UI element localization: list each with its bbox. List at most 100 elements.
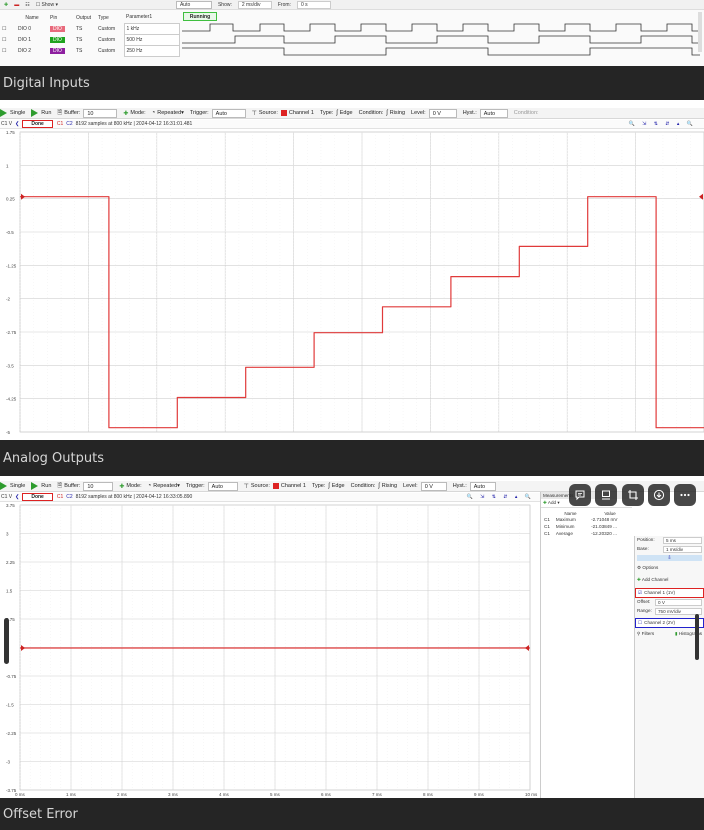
param-value[interactable]: 500 Hz (123, 33, 180, 46)
level-control[interactable]: Level: 0 V (411, 108, 457, 118)
trigger-select[interactable]: Auto (211, 108, 246, 118)
type-value[interactable]: Custom (96, 23, 124, 34)
x-tick-label: 3 ms (168, 792, 179, 797)
table-row[interactable]: ☐ DIO 0 DIO TS Custom 1 kHz (0, 22, 180, 35)
type-control[interactable]: Type: ʃ Edge (312, 483, 345, 489)
condition-control[interactable]: Condition: ʃ Rising (351, 483, 397, 489)
zoom-tools-icon[interactable]: 🔍 ⇲ ⇅ ⇵ ▴ 🔍 (467, 494, 534, 500)
add-channel-button[interactable]: ✚ Add Channel (635, 574, 704, 586)
plus-icon: ✚ (637, 577, 641, 582)
range-row: Range: 750 mV/div (635, 607, 704, 616)
channel1-header[interactable]: ☑ Channel 1 (1V) (635, 588, 704, 598)
options-button[interactable]: ⚙ Options (635, 562, 704, 574)
table-row[interactable]: C1 Maximum -2.71048 mV (541, 516, 632, 523)
back-icon[interactable]: ❮ (15, 494, 19, 500)
base-label: Base: (637, 546, 649, 551)
pin-badge[interactable]: DIO (50, 47, 65, 54)
mode-control[interactable]: ✚ Mode: (123, 110, 145, 117)
buffer-input[interactable]: 10 (83, 481, 114, 491)
level-input[interactable]: 0 V (428, 108, 457, 118)
type-value[interactable]: Custom (96, 34, 124, 45)
type-control[interactable]: Type: ʃ Edge (320, 110, 353, 116)
y-tick-label: -3.5 (6, 363, 14, 368)
comment-icon[interactable] (569, 484, 591, 506)
measurement-channel: C1 (544, 531, 550, 536)
settings-icon[interactable]: ☷ (25, 2, 29, 8)
table-row[interactable]: ☐ DIO 2 DIO TS Custom 250 Hz (0, 44, 180, 57)
y-tick-label: -2 (6, 297, 10, 302)
mode-control[interactable]: ✚ Mode: (119, 483, 141, 490)
source-control[interactable]: ⊤ Source: Channel 1 (252, 110, 314, 117)
filters-button[interactable]: ⚲ Filters (637, 631, 654, 637)
condition-value: Rising (381, 483, 398, 489)
offset-input[interactable]: 0 V (655, 599, 702, 606)
buffer-control[interactable]: 🗎 Buffer: 10 (57, 108, 118, 118)
param-value[interactable]: 1 kHz (123, 22, 180, 35)
channel-color-icon (280, 110, 287, 116)
measurement-name: Minimum (555, 524, 575, 529)
output-value[interactable]: TS (74, 23, 96, 34)
trigger-control[interactable]: Trigger: Auto (186, 481, 238, 491)
output-value[interactable]: TS (74, 34, 96, 45)
scroll-handle-left[interactable] (4, 618, 9, 664)
trigger-control[interactable]: Trigger: Auto (190, 108, 246, 118)
position-input[interactable]: 5 ms (663, 537, 702, 544)
zoom-tools-icon[interactable]: 🔍 ⇲ ⇅ ⇵ ▴ 🔍 (629, 121, 696, 127)
trigger-select[interactable]: Auto (207, 481, 238, 491)
crop-icon[interactable] (622, 484, 644, 506)
hyst-input[interactable]: Auto (469, 481, 496, 491)
back-icon[interactable]: ❮ (15, 121, 19, 127)
repeated-select[interactable]: ◔ Repeated ▾ (152, 110, 184, 116)
run-button[interactable]: Run (31, 109, 51, 117)
expand-bar[interactable]: ⇩ (637, 555, 702, 561)
channel2-header[interactable]: ☐ Channel 2 (2V) (635, 618, 704, 628)
c2-tag[interactable]: C2 (66, 121, 72, 127)
table-row[interactable]: ☐ DIO 1 DIO TS Custom 500 Hz (0, 33, 180, 46)
buffer-input[interactable]: 10 (83, 108, 118, 118)
add-measurement-button[interactable]: ✚ Add ▾ (543, 500, 560, 505)
buffer-control[interactable]: 🗎 Buffer: 10 (57, 481, 114, 491)
table-row[interactable]: C1 Minimum -21.03849 ... (541, 523, 632, 530)
show-checkbox[interactable]: ☐ Show ▾ (36, 2, 58, 8)
from-value[interactable]: 0 s (296, 0, 331, 9)
table-row[interactable]: C1 Average -12.20320 ... (541, 530, 632, 537)
checkbox-icon[interactable]: ☐ (638, 620, 642, 626)
single-button[interactable]: Single (0, 109, 25, 117)
mode-select[interactable]: Auto (175, 0, 212, 9)
c1-tag[interactable]: C1 (57, 121, 63, 127)
single-label: Single (10, 110, 26, 116)
measurement-value: -12.20320 ... (591, 531, 617, 536)
level-input[interactable]: 0 V (420, 481, 447, 491)
pin-badge[interactable]: DIO (50, 36, 65, 43)
c1-tag[interactable]: C1 (57, 494, 63, 500)
pin-badge[interactable]: DIO (50, 25, 65, 32)
show-value[interactable]: 2 ms/div (237, 0, 272, 9)
param-value[interactable]: 250 Hz (123, 44, 180, 57)
scroll-handle-right[interactable] (695, 614, 699, 660)
condition-label: Condition: (350, 483, 376, 489)
status-badge: Done (22, 493, 53, 501)
add-icon[interactable]: ✚ (4, 2, 8, 8)
screen-icon[interactable] (595, 484, 617, 506)
single-button[interactable]: Single (0, 482, 25, 490)
download-icon[interactable] (648, 484, 670, 506)
level-control[interactable]: Level: 0 V (403, 481, 447, 491)
scrollbar[interactable] (698, 12, 702, 52)
base-input[interactable]: 1 ms/div (663, 546, 702, 553)
type-value[interactable]: Custom (96, 45, 124, 56)
source-control[interactable]: ⊤ Source: Channel 1 (244, 483, 306, 490)
c2-tag[interactable]: C2 (66, 494, 72, 500)
offset-chart: 3.7532.251.50.750-0.75-1.5-2.25-3-3.750 … (6, 503, 538, 797)
more-icon[interactable] (674, 484, 696, 506)
hyst-input[interactable]: Auto (479, 108, 508, 118)
rising-icon: ʃ (386, 110, 388, 116)
checkbox-icon[interactable]: ☑ (638, 590, 642, 596)
digital-caption: Digital Inputs (0, 66, 704, 100)
repeated-select[interactable]: ◔ Repeated ▾ (148, 483, 180, 489)
remove-icon[interactable]: ▬ (14, 2, 19, 8)
condition-control[interactable]: Condition: ʃ Rising (359, 110, 405, 116)
output-value[interactable]: TS (74, 45, 96, 56)
run-button[interactable]: Run (31, 482, 51, 490)
hyst-control[interactable]: Hyst.: Auto (453, 481, 496, 491)
hyst-control[interactable]: Hyst.: Auto (463, 108, 508, 118)
